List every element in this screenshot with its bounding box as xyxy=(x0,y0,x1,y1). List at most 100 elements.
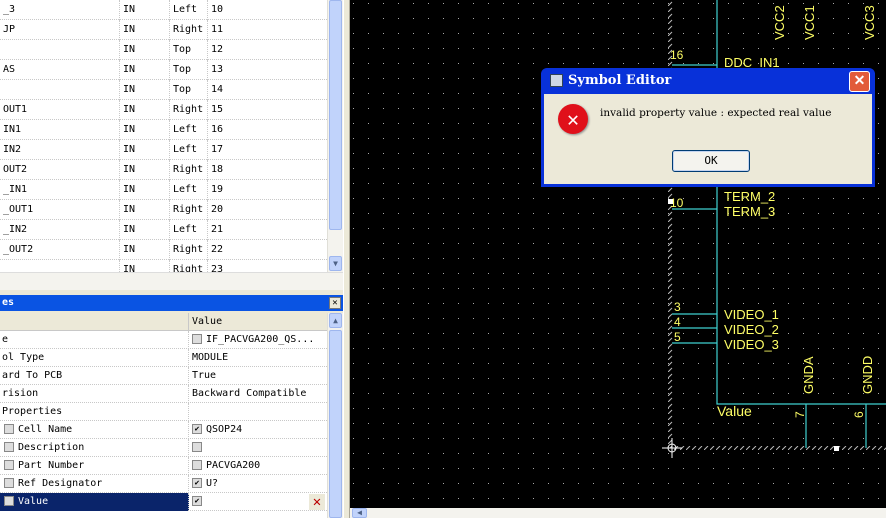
pin-row[interactable]: OUT2 IN Right 18 xyxy=(0,159,327,180)
delete-icon[interactable]: ✕ xyxy=(309,493,325,510)
pin-row[interactable]: _OUT1 IN Right 20 xyxy=(0,199,327,220)
symbol-editor-dialog: Symbol Editor ✕ ✕ invalid property value … xyxy=(541,68,875,187)
property-row[interactable]: Ref Designator ✔ U? xyxy=(0,474,327,493)
gnda-label: GNDA xyxy=(801,356,816,394)
property-value[interactable]: U? xyxy=(206,478,218,489)
property-row[interactable]: ard To PCB True xyxy=(0,366,327,385)
pin-name xyxy=(0,259,120,272)
close-icon[interactable]: ✕ xyxy=(329,297,341,309)
vcc3-label: VCC3 xyxy=(862,5,877,40)
pin-row[interactable]: _IN2 IN Left 21 xyxy=(0,219,327,240)
visibility-checkbox[interactable]: ✔ xyxy=(192,495,202,506)
property-row[interactable]: Properties xyxy=(0,402,327,421)
pin-name: OUT2 xyxy=(0,159,120,180)
pin-row[interactable]: _IN1 IN Left 19 xyxy=(0,179,327,200)
properties-panel: es ✕ Value e IF_PACVGA200_QS...ol Type MODU… xyxy=(0,295,343,518)
pin-row[interactable]: OUT1 IN Right 15 xyxy=(0,99,327,120)
vcc2-label: VCC2 xyxy=(772,5,787,40)
property-row[interactable]: Cell Name ✔ QSOP24 xyxy=(0,420,327,439)
property-name: ard To PCB xyxy=(2,369,63,381)
pin-type: IN xyxy=(120,19,170,40)
pin-side: Top xyxy=(170,79,208,100)
pin-table: _3 IN Left 10 JP IN Right 11 IN Top 12 AS IN Top 13 IN T… xyxy=(0,0,327,272)
canvas-hscrollbar[interactable]: ◀ xyxy=(350,508,886,518)
scroll-down-arrow[interactable]: ▼ xyxy=(329,256,342,271)
checkbox[interactable] xyxy=(4,495,14,506)
app-icon xyxy=(550,74,563,87)
pin-name: _OUT1 xyxy=(0,199,120,220)
pin-row[interactable]: _OUT2 IN Right 22 xyxy=(0,239,327,260)
pin-row[interactable]: IN Top 12 xyxy=(0,39,327,60)
pin-row[interactable]: IN Right 23 xyxy=(0,259,327,272)
pin-type: IN xyxy=(120,119,170,140)
visibility-checkbox[interactable] xyxy=(192,333,202,344)
checkbox[interactable] xyxy=(4,423,14,434)
property-value[interactable]: QSOP24 xyxy=(206,424,242,435)
pin-row[interactable]: IN2 IN Left 17 xyxy=(0,139,327,160)
property-value[interactable]: True xyxy=(192,370,216,381)
error-icon: ✕ xyxy=(558,104,588,134)
property-row[interactable]: e IF_PACVGA200_QS... xyxy=(0,330,327,349)
pin-label: VIDEO_3 xyxy=(724,337,779,352)
pin-type: IN xyxy=(120,159,170,180)
ok-button[interactable]: OK xyxy=(672,150,750,172)
property-name: Properties xyxy=(2,405,63,417)
pin-num: 15 xyxy=(211,103,224,115)
property-row[interactable]: Value ✔ ✕ xyxy=(0,492,327,511)
pin-row[interactable]: IN1 IN Left 16 xyxy=(0,119,327,140)
pin-side: Right xyxy=(170,19,208,40)
property-value[interactable]: Backward Compatible xyxy=(192,388,306,399)
pin-type: IN xyxy=(120,0,170,20)
property-row[interactable]: Part Number PACVGA200 xyxy=(0,456,327,475)
properties-grid: Value e IF_PACVGA200_QS...ol Type MODULE ar… xyxy=(0,313,327,518)
visibility-checkbox[interactable] xyxy=(192,441,202,452)
properties-title: es xyxy=(2,297,15,308)
dialog-close-button[interactable]: ✕ xyxy=(849,71,870,92)
pin-row[interactable]: _3 IN Left 10 xyxy=(0,0,327,20)
property-row[interactable]: ol Type MODULE xyxy=(0,348,327,367)
checkbox[interactable] xyxy=(4,441,14,452)
property-name: Value xyxy=(18,495,49,507)
visibility-checkbox[interactable] xyxy=(192,459,202,470)
pin-row[interactable]: IN Top 14 xyxy=(0,79,327,100)
visibility-checkbox[interactable]: ✔ xyxy=(192,423,202,434)
scroll-up-arrow[interactable]: ▲ xyxy=(329,313,342,328)
pin-number: 5 xyxy=(674,330,681,344)
pin-side: Top xyxy=(170,39,208,60)
pin-type: IN xyxy=(120,239,170,260)
pin-table-hscrollbar[interactable] xyxy=(0,272,343,290)
property-name: ol Type xyxy=(2,351,45,363)
pin-side: Left xyxy=(170,219,208,240)
property-row[interactable]: Description xyxy=(0,438,327,457)
pin-name: _IN2 xyxy=(0,219,120,240)
pin-label: TERM_2 xyxy=(724,189,775,204)
value-column-header: Value xyxy=(192,316,223,327)
property-name: Cell Name xyxy=(18,423,73,435)
pin-num: 16 xyxy=(211,123,224,135)
pin-table-scrollbar[interactable]: ▼ xyxy=(327,0,343,272)
splitter[interactable] xyxy=(343,0,350,518)
pin-num: 11 xyxy=(211,23,224,35)
property-name: Part Number xyxy=(18,459,85,471)
pin-side: Left xyxy=(170,139,208,160)
pin-side: Right xyxy=(170,199,208,220)
pin-num: 10 xyxy=(211,3,224,15)
visibility-checkbox[interactable]: ✔ xyxy=(192,477,202,488)
properties-scrollbar[interactable]: ▲ xyxy=(327,313,343,518)
property-value[interactable]: PACVGA200 xyxy=(206,460,260,471)
property-name: Ref Designator xyxy=(18,477,103,489)
pin-type: IN xyxy=(120,39,170,60)
pin-side: Right xyxy=(170,239,208,260)
property-value[interactable]: IF_PACVGA200_QS... xyxy=(206,334,314,345)
pin-label: TERM_3 xyxy=(724,204,775,219)
dialog-message: invalid property value : expected real v… xyxy=(600,107,832,119)
property-row[interactable]: rision Backward Compatible xyxy=(0,384,327,403)
pin-num: 20 xyxy=(211,203,224,215)
checkbox[interactable] xyxy=(4,459,14,470)
pin-type: IN xyxy=(120,199,170,220)
checkbox[interactable] xyxy=(4,477,14,488)
pin-row[interactable]: JP IN Right 11 xyxy=(0,19,327,40)
pin-type: IN xyxy=(120,179,170,200)
pin-row[interactable]: AS IN Top 13 xyxy=(0,59,327,80)
property-value[interactable]: MODULE xyxy=(192,352,228,363)
